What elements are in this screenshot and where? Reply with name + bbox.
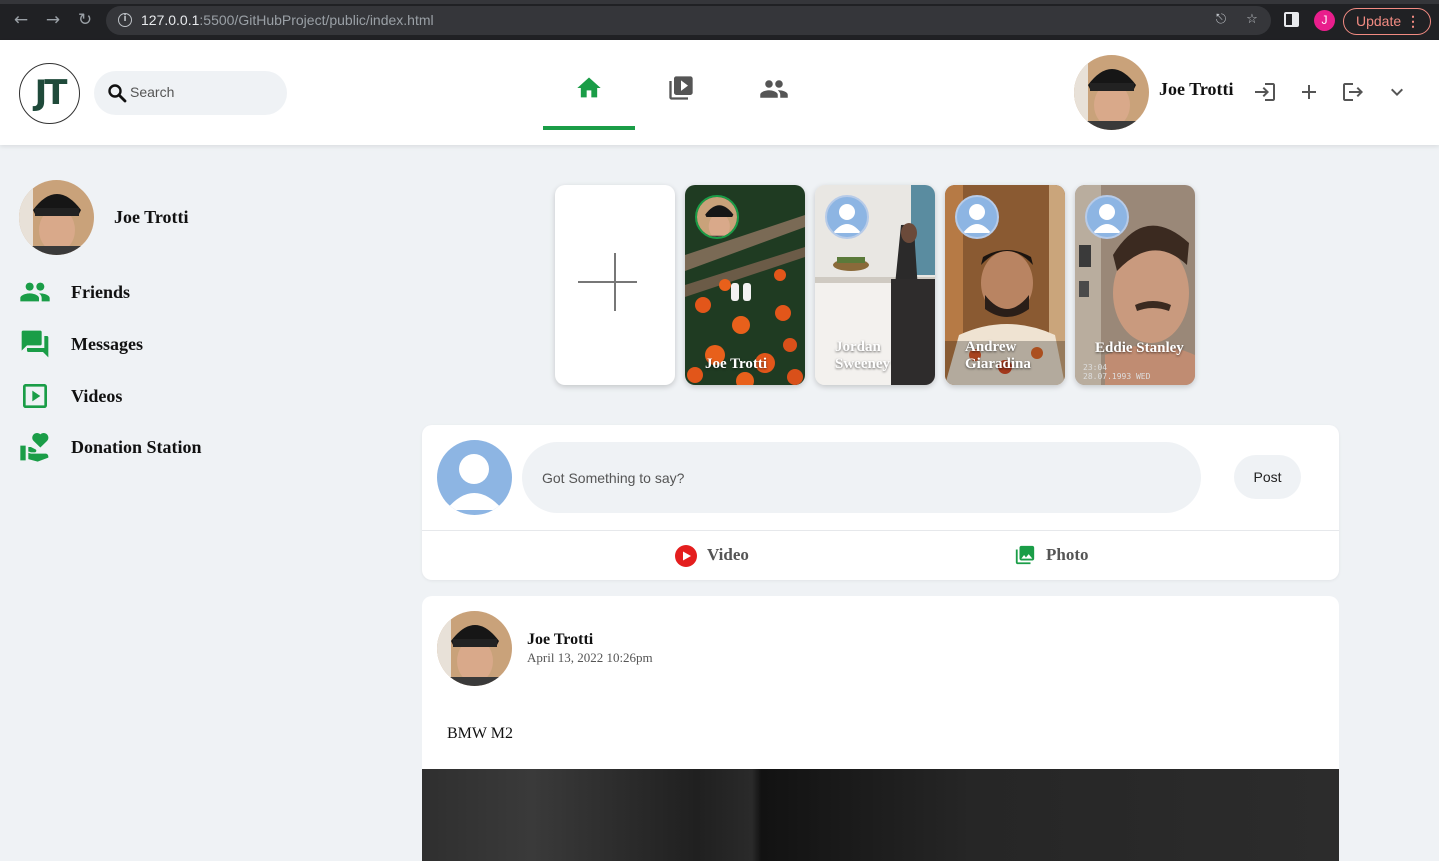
story-avatar (955, 195, 999, 239)
story-name: Eddie Stanley (1095, 340, 1184, 356)
menu-dots-icon: ⋮ (1406, 13, 1420, 29)
chevron-down-icon[interactable] (1385, 80, 1409, 104)
photo-library-icon (1015, 545, 1035, 565)
update-button[interactable]: Update ⋮ (1343, 8, 1431, 35)
add-icon[interactable] (1297, 80, 1321, 104)
sidebar-item-videos[interactable]: Videos (19, 380, 319, 414)
status-input[interactable] (522, 442, 1201, 513)
site-info-icon[interactable]: i (118, 13, 132, 27)
search-input[interactable]: Search (94, 71, 287, 115)
story-datestamp: 28.07.1993 WED (1083, 372, 1151, 381)
logo[interactable]: JT (19, 63, 80, 124)
donation-icon (20, 433, 49, 462)
login-icon[interactable] (1253, 80, 1277, 104)
feed-post: Joe Trotti April 13, 2022 10:26pm BMW M2 (422, 596, 1339, 861)
divider (422, 530, 1339, 531)
plus-icon (578, 253, 637, 311)
post-author-name[interactable]: Joe Trotti (527, 631, 593, 649)
video-library-icon (669, 76, 693, 100)
story-timestamp: 23:04 (1083, 363, 1107, 372)
friends-icon (20, 282, 50, 302)
composer-avatar (437, 440, 512, 515)
bookmark-star-icon[interactable]: ☆ (1243, 11, 1261, 29)
messages-icon (21, 330, 49, 358)
header-user-name[interactable]: Joe Trotti (1159, 79, 1234, 100)
reload-icon[interactable]: ↻ (73, 8, 97, 32)
back-icon[interactable]: ← (9, 8, 33, 32)
post-text: BMW M2 (447, 725, 513, 742)
share-icon[interactable]: ⎋ (1212, 11, 1230, 29)
search-icon (108, 84, 127, 103)
sidebar-item-messages[interactable]: Messages (19, 328, 319, 362)
story-card[interactable]: Joe Trotti (685, 185, 805, 385)
story-avatar (695, 195, 739, 239)
story-avatar (825, 195, 869, 239)
post-author-avatar[interactable] (437, 611, 512, 686)
forward-icon[interactable]: → (41, 8, 65, 32)
post-timestamp: April 13, 2022 10:26pm (527, 650, 653, 665)
home-icon (577, 77, 601, 98)
app-header: JT Search Joe Trotti (0, 40, 1439, 145)
story-name: Andrew Giaradina (965, 339, 1031, 372)
sidebar-user-name[interactable]: Joe Trotti (114, 207, 189, 228)
side-panel-icon[interactable] (1284, 12, 1299, 27)
tab-groups[interactable] (727, 66, 819, 130)
url-text[interactable]: 127.0.0.1:5500/GitHubProject/public/inde… (141, 12, 434, 28)
story-name: Jordan Sweeney (835, 339, 890, 372)
story-card[interactable]: Andrew Giaradina (945, 185, 1065, 385)
tab-strip (0, 0, 1439, 4)
tab-home[interactable] (543, 66, 635, 130)
videos-icon (23, 384, 47, 408)
story-avatar (1085, 195, 1129, 239)
sidebar-avatar[interactable] (19, 180, 94, 255)
post-composer: Post Video Photo (422, 425, 1339, 580)
tab-videos[interactable] (635, 66, 727, 130)
post-image[interactable] (422, 769, 1339, 861)
browser-toolbar: ← → ↻ i 127.0.0.1:5500/GitHubProject/pub… (0, 0, 1439, 40)
profile-avatar[interactable]: J (1314, 10, 1335, 31)
sidebar-item-donation-station[interactable]: Donation Station (19, 431, 319, 465)
story-card[interactable]: Jordan Sweeney (815, 185, 935, 385)
story-card[interactable]: 23:04 28.07.1993 WED Eddie Stanley (1075, 185, 1195, 385)
people-icon (760, 80, 788, 98)
sidebar-item-friends[interactable]: Friends (19, 276, 319, 310)
story-name: Joe Trotti (705, 356, 768, 372)
address-bar[interactable]: i 127.0.0.1:5500/GitHubProject/public/in… (106, 6, 1271, 35)
post-button[interactable]: Post (1234, 455, 1301, 499)
play-circle-icon (675, 545, 697, 567)
logout-icon[interactable] (1341, 80, 1365, 104)
create-story-button[interactable] (555, 185, 675, 385)
avatar[interactable] (1074, 55, 1149, 130)
